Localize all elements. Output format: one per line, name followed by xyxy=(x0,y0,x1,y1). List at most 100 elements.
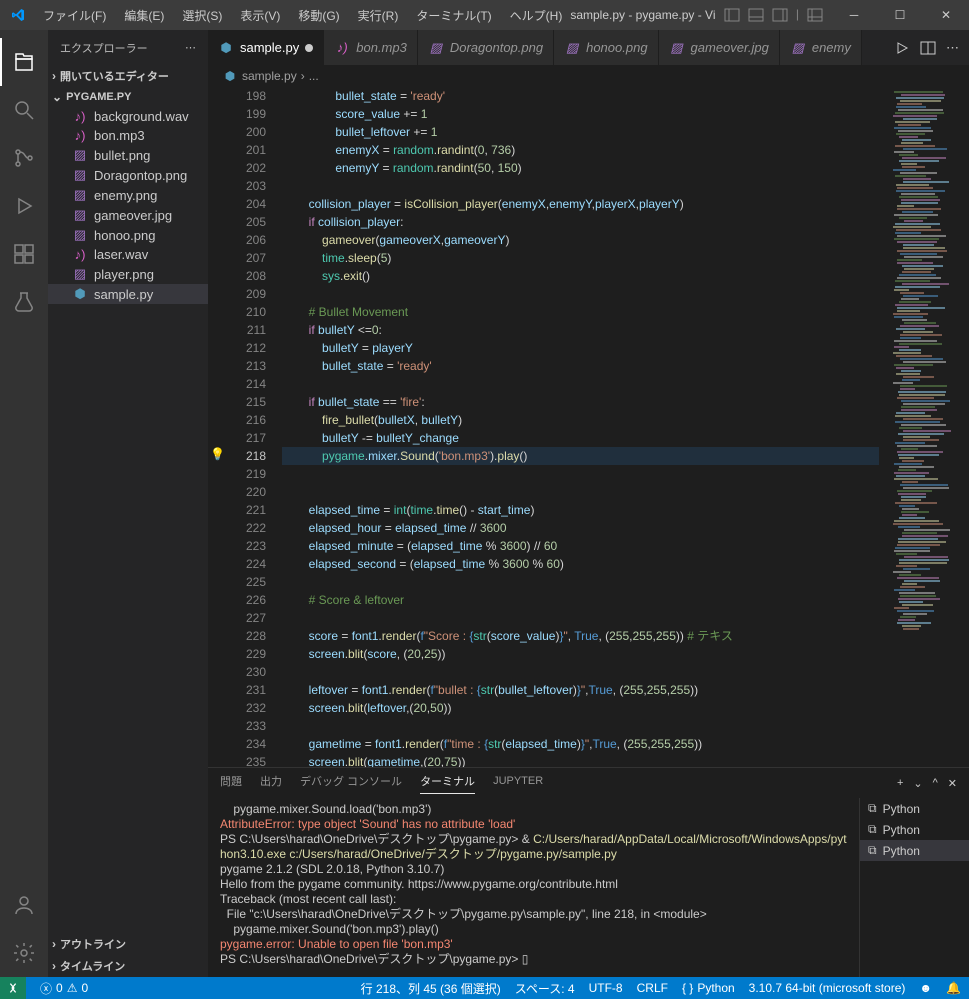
warning-icon: ⚠ xyxy=(67,981,78,995)
testing-icon[interactable] xyxy=(0,278,48,326)
menu-item[interactable]: 選択(S) xyxy=(174,3,230,28)
terminal-output[interactable]: pygame.mixer.Sound.load('bon.mp3')Attrib… xyxy=(208,798,859,977)
menu-item[interactable]: 移動(G) xyxy=(290,3,347,28)
img-icon: ▨ xyxy=(428,40,444,56)
explorer-icon[interactable] xyxy=(0,38,48,86)
file-item[interactable]: ▨gameover.jpg xyxy=(48,205,208,225)
encoding[interactable]: UTF-8 xyxy=(589,981,623,995)
terminal-list: ⧉Python⧉Python⧉Python xyxy=(859,798,969,977)
file-item[interactable]: ♪) background.wav xyxy=(48,107,208,126)
lightbulb-icon[interactable]: 💡 xyxy=(210,447,225,461)
img-icon: ▨ xyxy=(72,227,88,243)
editor-body[interactable]: 💡 19819920020120220320420520620720820921… xyxy=(208,87,969,767)
remote-button[interactable] xyxy=(0,977,26,999)
dropdown-icon[interactable]: ⌄ xyxy=(913,777,922,790)
code-content[interactable]: bullet_state = 'ready' score_value += 1 … xyxy=(282,87,879,767)
file-item[interactable]: ▨player.png xyxy=(48,264,208,284)
folder-section[interactable]: ⌄PYGAME.PY xyxy=(48,87,208,107)
terminal-instance[interactable]: ⧉Python xyxy=(860,819,969,840)
terminal-instance[interactable]: ⧉Python xyxy=(860,798,969,819)
panel-tab[interactable]: デバッグ コンソール xyxy=(300,773,402,793)
new-terminal-icon[interactable]: + xyxy=(897,777,903,789)
panel-tab[interactable]: 問題 xyxy=(220,773,242,793)
img-icon: ▨ xyxy=(72,266,88,282)
outline-section[interactable]: ›アウトライン xyxy=(48,933,208,955)
menu-item[interactable]: ターミナル(T) xyxy=(408,3,499,28)
source-control-icon[interactable] xyxy=(0,134,48,182)
editor-tab[interactable]: ⬢sample.py xyxy=(208,30,324,65)
file-item[interactable]: ♪)bon.mp3 xyxy=(48,126,208,145)
extensions-icon[interactable] xyxy=(0,230,48,278)
file-item[interactable]: ⬢sample.py xyxy=(48,284,208,304)
menu-item[interactable]: 表示(V) xyxy=(232,3,288,28)
editor-tab[interactable]: ▨gameover.jpg xyxy=(659,30,780,65)
run-debug-icon[interactable] xyxy=(0,182,48,230)
indentation[interactable]: スペース: 4 xyxy=(515,980,575,997)
editor-tab[interactable]: ▨Doragontop.png xyxy=(418,30,554,65)
error-icon: ⓧ xyxy=(40,980,52,997)
img-icon: ▨ xyxy=(669,40,685,56)
more-icon[interactable]: ⋯ xyxy=(946,40,959,56)
accounts-icon[interactable] xyxy=(0,881,48,929)
maximize-panel-icon[interactable]: ^ xyxy=(933,777,938,789)
audio-icon: ♪) xyxy=(72,247,88,262)
menu-bar: ファイル(F)編集(E)選択(S)表示(V)移動(G)実行(R)ターミナル(T)… xyxy=(35,3,570,28)
audio-icon: ♪) xyxy=(334,40,350,55)
menu-item[interactable]: ヘルプ(H) xyxy=(502,3,571,28)
minimize-button[interactable]: ─ xyxy=(831,0,877,30)
search-icon[interactable] xyxy=(0,86,48,134)
audio-icon: ♪) xyxy=(72,109,88,124)
problems-button[interactable]: ⓧ0 ⚠0 xyxy=(40,980,88,997)
breadcrumb-item[interactable]: sample.py xyxy=(242,69,297,83)
editor-tab[interactable]: ▨honoo.png xyxy=(554,30,658,65)
minimap[interactable] xyxy=(879,87,969,767)
terminal-actions[interactable]: + ⌄ ^ ✕ xyxy=(897,777,957,790)
img-icon: ▨ xyxy=(72,167,88,183)
file-name: Doragontop.png xyxy=(94,168,187,183)
breadcrumb-item[interactable]: ... xyxy=(309,69,319,83)
terminal-instance[interactable]: ⧉Python xyxy=(860,840,969,861)
file-item[interactable]: ▨honoo.png xyxy=(48,225,208,245)
file-item[interactable]: ▨bullet.png xyxy=(48,145,208,165)
dirty-indicator xyxy=(305,44,313,52)
file-item[interactable]: ▨ Doragontop.png xyxy=(48,165,208,185)
close-button[interactable]: ✕ xyxy=(923,0,969,30)
file-name: enemy.png xyxy=(94,188,157,203)
language-mode[interactable]: { } Python xyxy=(682,981,735,995)
layout-controls[interactable]: | xyxy=(716,7,831,23)
editor-tabs: ⬢sample.py♪)bon.mp3▨Doragontop.png▨honoo… xyxy=(208,30,969,65)
timeline-section[interactable]: ›タイムライン xyxy=(48,955,208,977)
file-name: laser.wav xyxy=(94,247,148,262)
line-numbers: 1981992002012022032042052062072082092102… xyxy=(226,87,282,767)
maximize-button[interactable]: ☐ xyxy=(877,0,923,30)
panel-tab[interactable]: ターミナル xyxy=(420,773,475,794)
panel-tab[interactable]: 出力 xyxy=(260,773,282,793)
file-item[interactable]: ♪) laser.wav xyxy=(48,245,208,264)
editor-actions[interactable]: ⋯ xyxy=(884,30,969,65)
split-icon[interactable] xyxy=(920,40,936,56)
python-interpreter[interactable]: 3.10.7 64-bit (microsoft store) xyxy=(749,981,906,995)
file-name: background.wav xyxy=(94,109,189,124)
window-title: sample.py - pygame.py - Visual Studio Co… xyxy=(570,8,716,22)
editor-tab[interactable]: ▨enemy xyxy=(780,30,862,65)
python-icon: ⬢ xyxy=(222,69,238,83)
breadcrumbs[interactable]: ⬢ sample.py › ... xyxy=(208,65,969,87)
panel-tab[interactable]: JUPYTER xyxy=(493,775,543,791)
file-name: bullet.png xyxy=(94,148,150,163)
more-icon[interactable]: ⋯ xyxy=(185,41,196,54)
notifications-icon[interactable]: 🔔 xyxy=(946,981,961,995)
close-panel-icon[interactable]: ✕ xyxy=(948,777,957,790)
file-item[interactable]: ▨enemy.png xyxy=(48,185,208,205)
vscode-icon xyxy=(0,7,35,23)
activity-bar xyxy=(0,30,48,977)
feedback-icon[interactable]: ☻ xyxy=(919,981,932,995)
menu-item[interactable]: 実行(R) xyxy=(350,3,407,28)
cursor-position[interactable]: 行 218、列 45 (36 個選択) xyxy=(361,980,501,997)
menu-item[interactable]: ファイル(F) xyxy=(35,3,114,28)
editor-tab[interactable]: ♪)bon.mp3 xyxy=(324,30,418,65)
run-icon[interactable] xyxy=(894,40,910,56)
open-editors-section[interactable]: ›開いているエディター xyxy=(48,65,208,87)
eol[interactable]: CRLF xyxy=(637,981,668,995)
menu-item[interactable]: 編集(E) xyxy=(116,3,172,28)
settings-icon[interactable] xyxy=(0,929,48,977)
